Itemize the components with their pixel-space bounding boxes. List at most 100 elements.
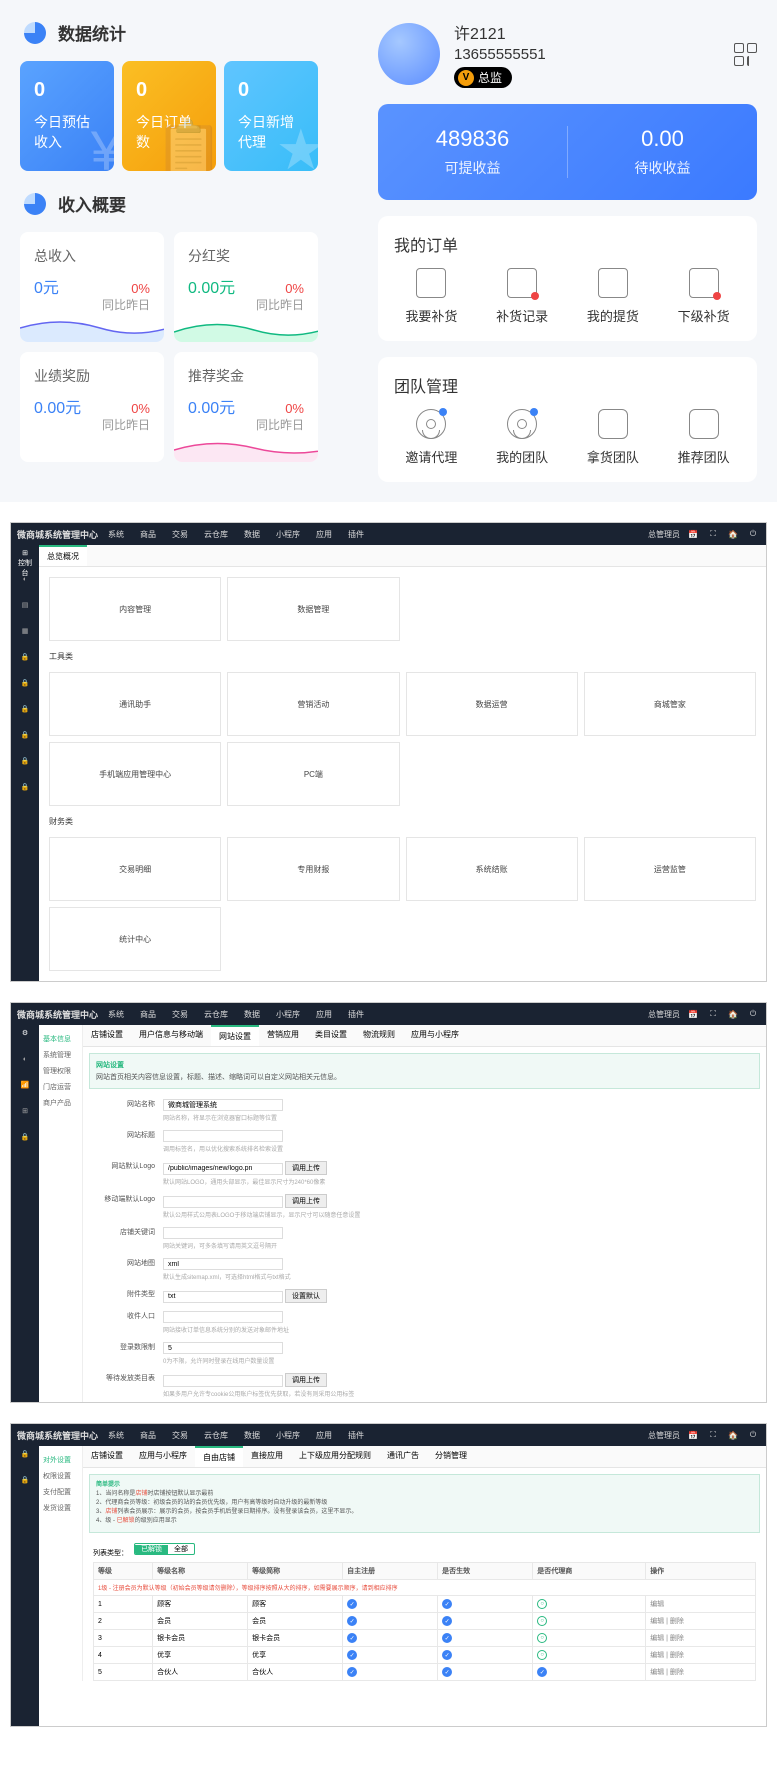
check-icon[interactable]: ○ <box>537 1633 547 1643</box>
card-order-count[interactable]: 0 今日订单数 📋 <box>122 61 216 171</box>
menu-cloud[interactable]: 云仓库 <box>204 1009 228 1020</box>
grid-item[interactable]: 系统结账 <box>406 837 578 901</box>
menu-product[interactable]: 商品 <box>140 529 156 540</box>
menu-miniapp[interactable]: 小程序 <box>276 1430 300 1441</box>
sub-tab[interactable]: 自由店铺 <box>195 1446 243 1467</box>
sub-tab[interactable]: 分销管理 <box>427 1446 475 1467</box>
check-icon[interactable]: ✓ <box>347 1667 357 1677</box>
menu-system[interactable]: 系统 <box>108 1430 124 1441</box>
power-icon[interactable]: ⏻ <box>746 527 760 541</box>
check-icon[interactable]: ✓ <box>442 1616 452 1626</box>
side-settings[interactable]: ⚙ <box>16 1029 34 1047</box>
sub-tab[interactable]: 直接应用 <box>243 1446 291 1467</box>
sub-tab[interactable]: 营销应用 <box>259 1025 307 1046</box>
side-agent[interactable]: 🔒 <box>16 731 34 749</box>
side-s4[interactable]: ⊞ <box>16 1107 34 1125</box>
menu-cloud[interactable]: 云仓库 <box>204 529 228 540</box>
sub-tab[interactable]: 应用与小程序 <box>403 1025 467 1046</box>
qr-icon[interactable] <box>734 43 757 66</box>
row-actions[interactable]: 编辑 | 删除 <box>650 1618 684 1625</box>
calendar-icon[interactable]: 📅 <box>686 527 700 541</box>
menu-trade[interactable]: 交易 <box>172 1430 188 1441</box>
check-icon[interactable]: ✓ <box>442 1599 452 1609</box>
menu-app[interactable]: 应用 <box>316 1009 332 1020</box>
rev-card-total[interactable]: 总收入 0元 0% 同比昨日 <box>20 232 164 342</box>
side-user[interactable]: 🔒 <box>16 705 34 723</box>
menu-plugin[interactable]: 插件 <box>348 1430 364 1441</box>
expand-icon[interactable]: ⛶ <box>706 527 720 541</box>
nav-ext[interactable]: 对外设置 <box>43 1452 78 1468</box>
check-icon[interactable]: ✓ <box>537 1667 547 1677</box>
home-icon[interactable]: 🏠 <box>726 1007 740 1021</box>
nav-ship[interactable]: 发货设置 <box>43 1500 78 1516</box>
user-label[interactable]: 总管理员 <box>648 1430 680 1441</box>
menu-data[interactable]: 数据 <box>244 1430 260 1441</box>
nav-sys[interactable]: 系统管理 <box>43 1047 78 1063</box>
rev-card-bonus[interactable]: 分红奖 0.00元 0% 同比昨日 <box>174 232 318 342</box>
side-s2[interactable]: ◐ <box>16 1055 34 1073</box>
grid-item[interactable]: 手机端应用管理中心 <box>49 742 221 806</box>
row-actions[interactable]: 编辑 | 删除 <box>650 1652 684 1659</box>
check-icon[interactable]: ✓ <box>347 1599 357 1609</box>
side-s5[interactable]: 🔒 <box>16 1133 34 1151</box>
tab-overview[interactable]: 总览概况 <box>39 545 87 566</box>
rev-card-performance[interactable]: 业绩奖励 0.00元 0% 同比昨日 <box>20 352 164 462</box>
upload-button[interactable]: 调用上传 <box>285 1194 327 1208</box>
action-my-pickup[interactable]: 我的提货 <box>568 268 659 325</box>
nav-perm[interactable]: 权限设置 <box>43 1468 78 1484</box>
side-restock[interactable]: ◐ <box>16 575 34 593</box>
card-estimate-income[interactable]: 0 今日预估收入 ¥ <box>20 61 114 171</box>
action-invite[interactable]: 邀请代理 <box>386 409 477 466</box>
menu-data[interactable]: 数据 <box>244 529 260 540</box>
earnings-card[interactable]: 489836 可提收益 0.00 待收收益 <box>378 104 757 200</box>
filter-unlocked[interactable]: 已解锁 <box>135 1545 168 1554</box>
filter-all[interactable]: 全部 <box>168 1545 194 1554</box>
grid-item[interactable]: 商城管家 <box>584 672 756 736</box>
form-input[interactable] <box>163 1291 283 1303</box>
check-icon[interactable]: ○ <box>537 1650 547 1660</box>
side-s3[interactable]: 📶 <box>16 1081 34 1099</box>
rev-card-referral[interactable]: 推荐奖金 0.00元 0% 同比昨日 <box>174 352 318 462</box>
sub-tab[interactable]: 类目设置 <box>307 1025 355 1046</box>
avatar[interactable] <box>378 23 440 85</box>
side-pickup[interactable]: ▤ <box>16 601 34 619</box>
row-actions[interactable]: 编辑 <box>650 1601 664 1608</box>
menu-data[interactable]: 数据 <box>244 1009 260 1020</box>
form-input[interactable] <box>163 1163 283 1175</box>
expand-icon[interactable]: ⛶ <box>706 1007 720 1021</box>
check-icon[interactable]: ○ <box>537 1599 547 1609</box>
sub-tab[interactable]: 上下级应用分配规则 <box>291 1446 379 1467</box>
nav-basic[interactable]: 基本信息 <box>43 1031 78 1047</box>
sub-tab[interactable]: 应用与小程序 <box>131 1446 195 1467</box>
grid-item[interactable]: 内容管理 <box>49 577 221 641</box>
check-icon[interactable]: ✓ <box>347 1633 357 1643</box>
action-my-team[interactable]: 我的团队 <box>477 409 568 466</box>
menu-system[interactable]: 系统 <box>108 1009 124 1020</box>
sub-tab[interactable]: 通讯广告 <box>379 1446 427 1467</box>
home-icon[interactable]: 🏠 <box>726 1428 740 1442</box>
grid-item[interactable]: 数据管理 <box>227 577 399 641</box>
card-new-agents[interactable]: 0 今日新增代理 ★ <box>224 61 318 171</box>
nav-store[interactable]: 门店运营 <box>43 1079 78 1095</box>
grid-item[interactable]: 专用财报 <box>227 837 399 901</box>
grid-item[interactable]: 运营监管 <box>584 837 756 901</box>
grid-item[interactable]: 统计中心 <box>49 907 221 971</box>
form-input[interactable] <box>163 1375 283 1387</box>
grid-item[interactable]: 交易明细 <box>49 837 221 901</box>
nav-pay[interactable]: 支付配置 <box>43 1484 78 1500</box>
grid-item[interactable]: 营销活动 <box>227 672 399 736</box>
menu-system[interactable]: 系统 <box>108 529 124 540</box>
check-icon[interactable]: ✓ <box>442 1650 452 1660</box>
sub-tab[interactable]: 物流规则 <box>355 1025 403 1046</box>
upload-button[interactable]: 调用上传 <box>285 1161 327 1175</box>
side-l2[interactable]: 🔒 <box>16 1476 34 1494</box>
user-label[interactable]: 总管理员 <box>648 529 680 540</box>
form-input[interactable] <box>163 1099 283 1111</box>
menu-product[interactable]: 商品 <box>140 1009 156 1020</box>
side-perm[interactable]: 🔒 <box>16 679 34 697</box>
upload-button[interactable]: 设置默认 <box>285 1289 327 1303</box>
grid-item[interactable]: 数据运营 <box>406 672 578 736</box>
sub-tab[interactable]: 店铺设置 <box>83 1446 131 1467</box>
side-trade[interactable]: ▦ <box>16 627 34 645</box>
check-icon[interactable]: ✓ <box>347 1616 357 1626</box>
